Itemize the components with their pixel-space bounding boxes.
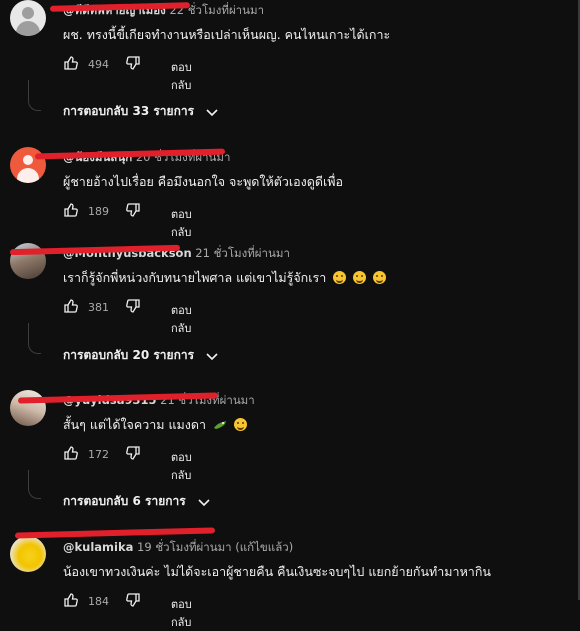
thumb-down-icon[interactable] xyxy=(125,55,141,71)
comment-text: สั้นๆ แต่ได้ใจความ แมงดา xyxy=(63,415,247,435)
replies-label: การตอบกลับ 6 รายการ xyxy=(63,494,186,508)
like-count: 189 xyxy=(88,205,109,218)
comment-text: ผู้ชายอ้างไปเรื่อย คือมึงนอกใจ จะพูดให้ต… xyxy=(63,174,344,189)
tears-of-joy-emoji xyxy=(353,271,367,284)
reply-button[interactable]: ตอบกลับ xyxy=(171,595,192,631)
chevron-down-icon[interactable] xyxy=(196,494,212,510)
like-count: 172 xyxy=(88,448,109,461)
smiling-face-emoji xyxy=(234,418,247,431)
reply-button[interactable]: ตอบกลับ xyxy=(171,448,192,484)
chevron-down-icon[interactable] xyxy=(204,348,220,364)
reply-button[interactable]: ตอบกลับ xyxy=(171,58,192,94)
view-replies-button[interactable]: การตอบกลับ 6 รายการ xyxy=(63,492,212,511)
redaction-mark xyxy=(14,527,216,539)
like-count: 184 xyxy=(88,595,109,608)
avatar[interactable] xyxy=(10,536,46,572)
thumb-up-icon[interactable] xyxy=(63,202,79,218)
thumb-up-icon[interactable] xyxy=(63,445,79,461)
comment-author[interactable]: @kulamika 19 ชั่วโมงที่ผ่านมา (แก้ไขแล้ว… xyxy=(63,539,293,557)
thumb-down-icon[interactable] xyxy=(125,445,141,461)
thumb-up-icon[interactable] xyxy=(63,298,79,314)
chevron-down-icon[interactable] xyxy=(204,104,220,120)
avatar[interactable] xyxy=(10,390,46,426)
thread-curve xyxy=(28,486,41,499)
crocodile-emoji xyxy=(214,421,227,429)
thread-curve xyxy=(28,98,41,111)
thread-curve xyxy=(28,341,41,354)
thumb-up-icon[interactable] xyxy=(63,592,79,608)
replies-label: การตอบกลับ 20 รายการ xyxy=(63,348,195,362)
tears-of-joy-emoji xyxy=(333,271,347,284)
comment-time[interactable]: 19 ชั่วโมงที่ผ่านมา (แก้ไขแล้ว) xyxy=(137,540,293,554)
comment-text: เราก็รู้จักพี่หน่วงกับทนายไพศาล แต่เขาไม… xyxy=(63,268,387,288)
thread-line xyxy=(28,323,29,343)
view-replies-button[interactable]: การตอบกลับ 20 รายการ xyxy=(63,346,220,365)
avatar[interactable] xyxy=(10,0,46,36)
comment-text: น้องเขาทวงเงินค่ะ ไม่ได้จะเอาผู้ชายคืน ค… xyxy=(63,564,491,579)
thumb-down-icon[interactable] xyxy=(125,298,141,314)
comment-time[interactable]: 21 ชั่วโมงที่ผ่านมา xyxy=(195,246,290,260)
tears-of-joy-emoji xyxy=(373,271,387,284)
reply-button[interactable]: ตอบกลับ xyxy=(171,301,192,337)
thread-line xyxy=(28,80,29,100)
replies-label: การตอบกลับ 33 รายการ xyxy=(63,104,195,118)
thumb-down-icon[interactable] xyxy=(125,592,141,608)
comment-text: ผช. ทรงนี้ขี้เกียจทำงานหรือเปล่าเห็นผญ. … xyxy=(63,27,391,42)
thumb-up-icon[interactable] xyxy=(63,55,79,71)
thumb-down-icon[interactable] xyxy=(125,202,141,218)
like-count: 381 xyxy=(88,301,109,314)
view-replies-button[interactable]: การตอบกลับ 33 รายการ xyxy=(63,102,220,121)
reply-button[interactable]: ตอบกลับ xyxy=(171,205,192,241)
like-count: 494 xyxy=(88,58,109,71)
